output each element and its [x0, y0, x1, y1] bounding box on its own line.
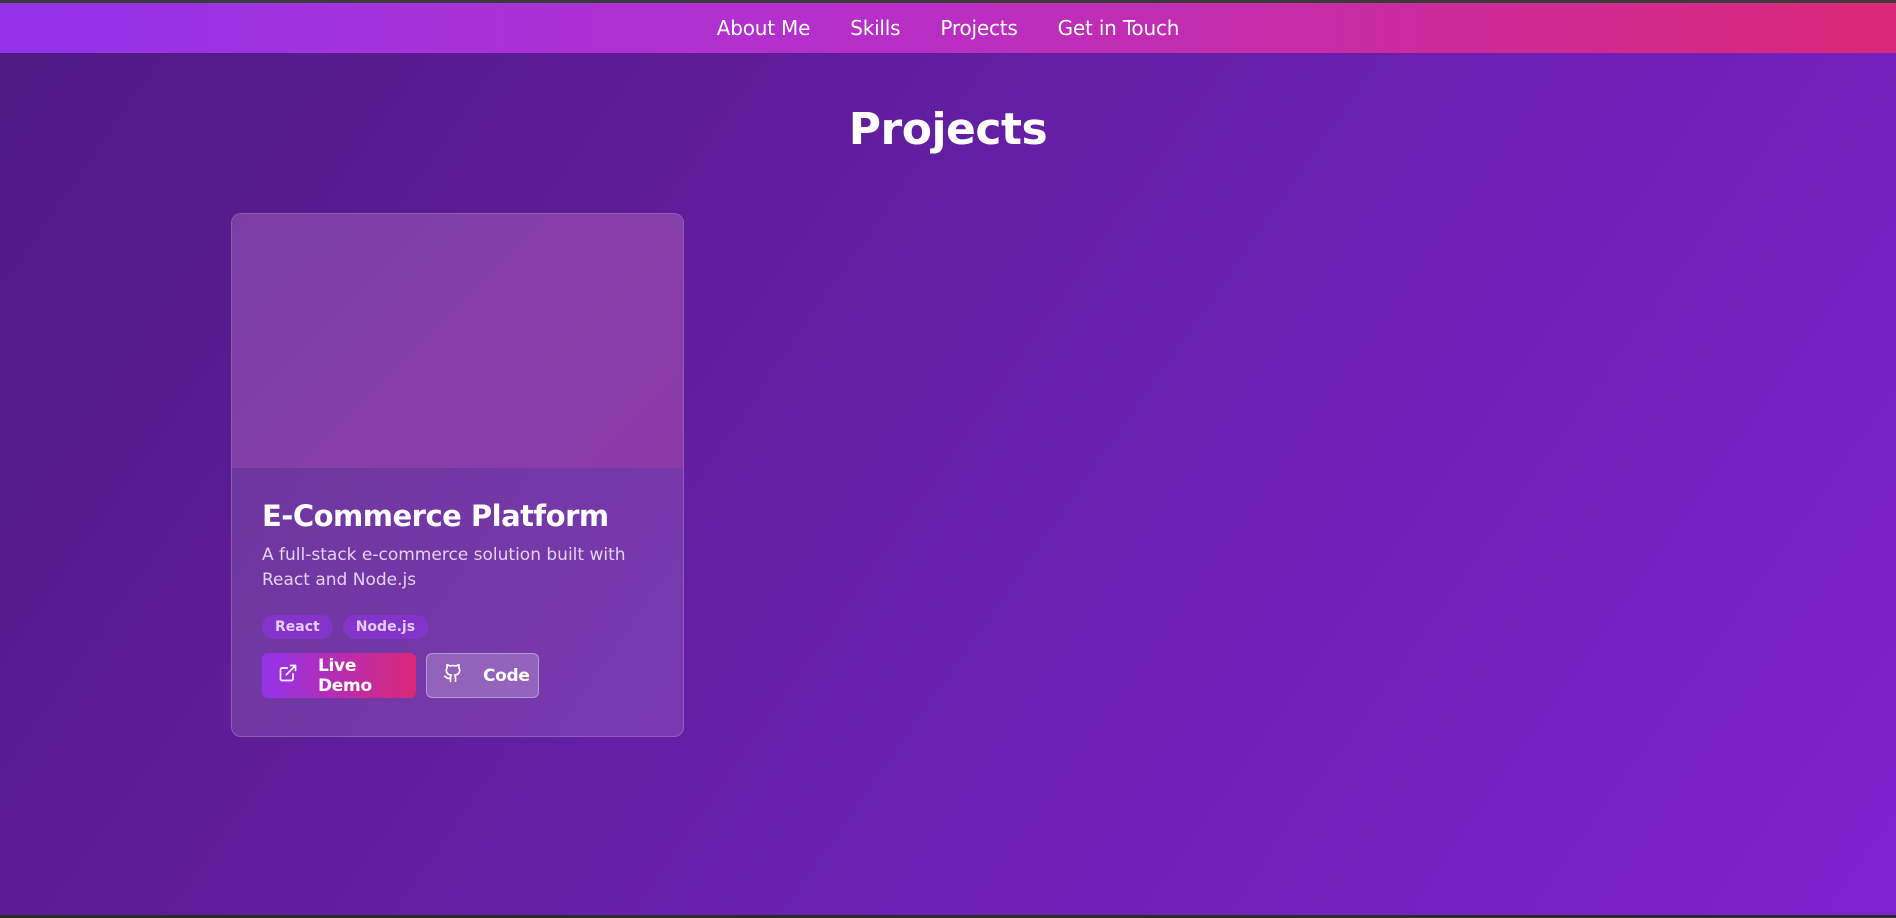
code-button[interactable]: Code — [426, 653, 539, 698]
project-actions: Live Demo Code — [262, 653, 653, 698]
tag-nodejs: Node.js — [342, 615, 429, 639]
project-card: E-Commerce Platform A full-stack e-comme… — [231, 213, 684, 737]
project-card-body: E-Commerce Platform A full-stack e-comme… — [232, 468, 683, 698]
top-navbar: About Me Skills Projects Get in Touch — [0, 3, 1896, 53]
project-tags: React Node.js — [262, 615, 653, 639]
nav-link-about[interactable]: About Me — [717, 16, 811, 40]
github-icon — [443, 663, 463, 688]
project-description: A full-stack e-commerce solution built w… — [262, 545, 626, 590]
project-image-placeholder — [232, 214, 683, 468]
section-title: Projects — [848, 104, 1048, 155]
live-demo-label: Live Demo — [318, 655, 372, 696]
code-label: Code — [483, 665, 530, 686]
live-demo-button[interactable]: Live Demo — [262, 653, 416, 698]
nav-link-skills[interactable]: Skills — [850, 16, 900, 40]
external-link-icon — [278, 663, 298, 688]
tag-react: React — [262, 615, 333, 639]
project-title: E-Commerce Platform — [262, 499, 609, 533]
nav-link-projects[interactable]: Projects — [940, 16, 1017, 40]
nav-link-contact[interactable]: Get in Touch — [1058, 16, 1180, 40]
